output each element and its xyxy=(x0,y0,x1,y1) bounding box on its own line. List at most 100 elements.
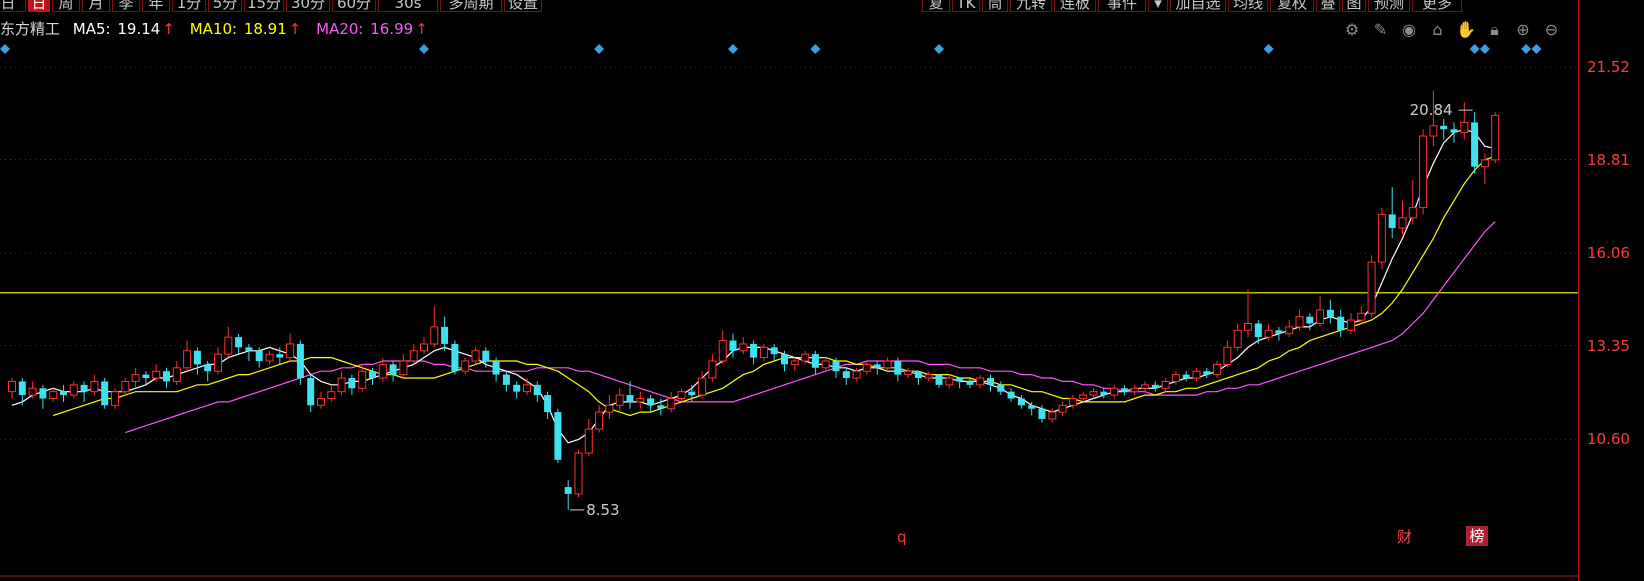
candle-78[interactable] xyxy=(811,350,819,375)
candle-112[interactable] xyxy=(1161,378,1170,392)
candlesticks[interactable] xyxy=(8,90,1500,510)
toolbar-right-item-12[interactable]: 预测 xyxy=(1368,0,1410,12)
candle-2[interactable] xyxy=(28,381,37,399)
candle-87[interactable] xyxy=(904,367,913,379)
event-diamond-10[interactable] xyxy=(1531,44,1542,54)
candle-68[interactable] xyxy=(708,354,717,382)
candle-92[interactable] xyxy=(956,378,964,389)
candle-32[interactable] xyxy=(337,371,346,396)
toolbar-left-item-1[interactable]: 日 xyxy=(28,0,50,12)
candle-45[interactable] xyxy=(471,347,480,365)
candle-137[interactable] xyxy=(1419,129,1428,215)
candle-37[interactable] xyxy=(389,360,397,382)
toolbar-right-item-10[interactable]: 叠 xyxy=(1316,0,1340,12)
candle-10[interactable] xyxy=(111,388,119,409)
event-markers[interactable] xyxy=(0,44,1578,54)
event-diamond-2[interactable] xyxy=(594,44,605,54)
toolbar-left-item-7[interactable]: 5分 xyxy=(208,0,242,12)
toolbar-left-item-8[interactable]: 15分 xyxy=(244,0,284,12)
candle-91[interactable] xyxy=(945,374,954,389)
candle-23[interactable] xyxy=(245,343,253,361)
candle-1[interactable] xyxy=(18,378,26,406)
toolbar-right-item-13[interactable]: 更多 xyxy=(1412,0,1462,12)
toolbar-left-item-5[interactable]: 年 xyxy=(142,0,170,12)
candle-43[interactable] xyxy=(451,340,459,375)
toolbar-left-item-2[interactable]: 周 xyxy=(52,0,80,12)
toolbar-left-item-10[interactable]: 60分 xyxy=(332,0,376,12)
candle-65[interactable] xyxy=(677,388,686,402)
candle-16[interactable] xyxy=(172,360,181,385)
candle-5[interactable] xyxy=(60,384,67,402)
candle-129[interactable] xyxy=(1337,309,1345,338)
candle-104[interactable] xyxy=(1079,391,1088,402)
candle-22[interactable] xyxy=(235,333,243,355)
candle-133[interactable] xyxy=(1377,207,1386,269)
candle-62[interactable] xyxy=(647,395,655,413)
candle-52[interactable] xyxy=(544,391,552,419)
candle-106[interactable] xyxy=(1100,388,1108,399)
candle-127[interactable] xyxy=(1316,296,1325,327)
candle-50[interactable] xyxy=(523,378,531,396)
candle-48[interactable] xyxy=(502,371,510,392)
candle-38[interactable] xyxy=(399,354,408,379)
candle-142[interactable] xyxy=(1471,112,1479,174)
candle-18[interactable] xyxy=(193,347,201,375)
candle-86[interactable] xyxy=(894,357,902,382)
candle-54[interactable] xyxy=(564,480,572,510)
toolbar-left-item-4[interactable]: 季 xyxy=(112,0,140,12)
candle-84[interactable] xyxy=(873,360,881,375)
candle-56[interactable] xyxy=(584,418,593,457)
candle-130[interactable] xyxy=(1347,313,1355,334)
event-diamond-1[interactable] xyxy=(419,44,429,54)
ma5-indicator[interactable]: MA5: 19.14 ↑ xyxy=(73,20,177,38)
bottom-event-marker[interactable]: q xyxy=(897,528,907,546)
candle-119[interactable] xyxy=(1233,323,1242,351)
candle-109[interactable] xyxy=(1130,384,1139,396)
candle-3[interactable] xyxy=(39,384,47,409)
candle-102[interactable] xyxy=(1058,401,1067,416)
toolbar-right-item-9[interactable]: 复权 xyxy=(1270,0,1314,12)
candle-97[interactable] xyxy=(1007,388,1015,402)
candle-8[interactable] xyxy=(90,374,99,396)
ma20-indicator[interactable]: MA20: 16.99 ↑ xyxy=(316,20,430,38)
candle-71[interactable] xyxy=(739,337,748,355)
candle-9[interactable] xyxy=(101,378,109,409)
lock-icon[interactable]: 🔒︎ xyxy=(1483,18,1507,42)
toolbar-left-item-0[interactable]: 日 xyxy=(0,0,26,12)
candle-94[interactable] xyxy=(976,374,985,389)
candle-141[interactable] xyxy=(1460,101,1469,140)
candle-93[interactable] xyxy=(966,378,974,389)
candle-120[interactable] xyxy=(1244,289,1252,338)
toolbar-right-item-1[interactable]: TK xyxy=(952,0,980,12)
candle-76[interactable] xyxy=(790,357,799,372)
candle-111[interactable] xyxy=(1151,381,1159,392)
candle-49[interactable] xyxy=(513,381,521,399)
candle-118[interactable] xyxy=(1223,340,1232,368)
candle-135[interactable] xyxy=(1398,200,1407,235)
candle-59[interactable] xyxy=(615,388,624,413)
candle-83[interactable] xyxy=(862,360,871,375)
candle-136[interactable] xyxy=(1408,180,1417,225)
candle-51[interactable] xyxy=(533,381,541,402)
candle-140[interactable] xyxy=(1450,122,1458,143)
event-diamond-9[interactable] xyxy=(1521,44,1532,54)
candle-42[interactable] xyxy=(441,316,449,351)
toolbar-right-item-3[interactable]: 九转 xyxy=(1010,0,1052,12)
candle-25[interactable] xyxy=(265,350,274,365)
candle-90[interactable] xyxy=(935,374,943,389)
candle-12[interactable] xyxy=(131,367,140,389)
cai-financial-marker[interactable]: 财 xyxy=(1397,528,1412,546)
candle-114[interactable] xyxy=(1182,371,1190,382)
candle-55[interactable] xyxy=(574,449,583,498)
ma10-indicator[interactable]: MA10: 18.91 ↑ xyxy=(190,20,304,38)
bang-rank-marker[interactable]: 榜 xyxy=(1466,526,1488,546)
candle-116[interactable] xyxy=(1203,367,1211,379)
toolbar-left-item-6[interactable]: 1分 xyxy=(172,0,206,12)
event-diamond-3[interactable] xyxy=(728,44,738,54)
toolbar-left-item-13[interactable]: 设置 xyxy=(504,0,542,12)
candle-4[interactable] xyxy=(49,388,58,402)
pen-icon[interactable]: ✎ xyxy=(1369,18,1393,42)
event-diamond-4[interactable] xyxy=(810,44,821,54)
toolbar-left-item-12[interactable]: 多周期 xyxy=(440,0,502,12)
candle-41[interactable] xyxy=(430,306,439,348)
